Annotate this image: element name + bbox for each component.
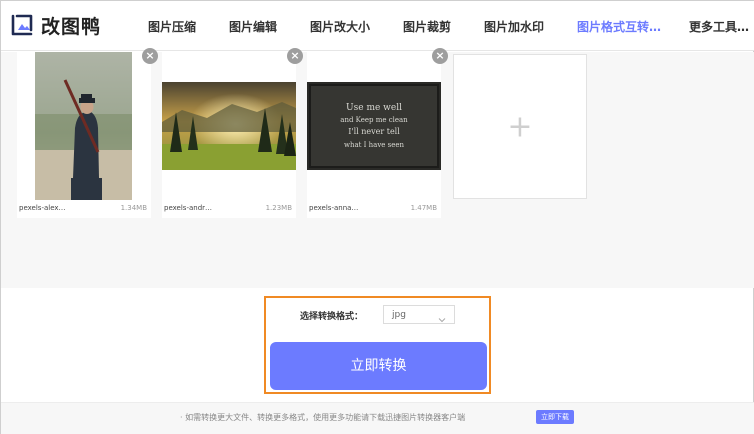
convert-panel: 选择转换格式： jpg 立即转换	[264, 296, 491, 394]
format-select-value: jpg	[392, 310, 406, 320]
file-size: 1.34MB	[120, 204, 147, 212]
remove-file-3-close-icon[interactable]: ×	[432, 48, 448, 64]
file-card: pexels-alex… 1.34MB	[17, 52, 151, 218]
file-thumbnail[interactable]	[162, 52, 296, 200]
file-thumbnail[interactable]	[17, 52, 151, 200]
download-now-button[interactable]: 立即下载	[536, 410, 574, 424]
nav-item-edit[interactable]: 图片编辑	[229, 18, 277, 35]
nav-item-compress[interactable]: 图片压缩	[148, 18, 196, 35]
file-card: pexels-andr… 1.23MB	[162, 52, 296, 218]
footer-bar: · 如需转换更大文件、转换更多格式，使用更多功能请下载迅捷图片转换器客户端 立即…	[1, 402, 754, 434]
app-window: 改图鸭 图片压缩 图片编辑 图片改大小 图片裁剪 图片加水印 图片格式互转… 更…	[0, 0, 754, 434]
format-select[interactable]: jpg	[383, 305, 455, 324]
add-image-button[interactable]: +	[453, 54, 587, 199]
file-size: 1.23MB	[265, 204, 292, 212]
file-name: pexels-alex…	[19, 204, 66, 212]
file-name: pexels-anna…	[309, 204, 359, 212]
chalk-line-4: what I have seen	[344, 141, 405, 149]
nav-item-more-tools[interactable]: 更多工具…	[689, 18, 749, 35]
remove-file-2-close-icon[interactable]: ×	[287, 48, 303, 64]
upload-area: pexels-alex… 1.34MB × pexels-andr… 1.23M…	[1, 48, 754, 288]
nav-item-format-convert[interactable]: 图片格式互转…	[577, 18, 661, 35]
top-header: 改图鸭 图片压缩 图片编辑 图片改大小 图片裁剪 图片加水印 图片格式互转… 更…	[1, 1, 754, 51]
remove-file-1-close-icon[interactable]: ×	[142, 48, 158, 64]
file-card: Use me well and Keep me clean I'll never…	[307, 52, 441, 218]
chalk-line-2: and Keep me clean	[340, 116, 408, 124]
chalk-line-1: Use me well	[346, 103, 402, 113]
convert-now-button[interactable]: 立即转换	[270, 342, 487, 390]
file-name: pexels-andr…	[164, 204, 213, 212]
main-nav: 图片压缩 图片编辑 图片改大小 图片裁剪 图片加水印 图片格式互转… 更多工具…	[1, 18, 754, 36]
nav-item-resize[interactable]: 图片改大小	[310, 18, 370, 35]
plus-icon: +	[507, 109, 533, 144]
footer-note: · 如需转换更大文件、转换更多格式，使用更多功能请下载迅捷图片转换器客户端	[180, 413, 466, 422]
chevron-down-icon	[438, 309, 446, 323]
nav-item-crop[interactable]: 图片裁剪	[403, 18, 451, 35]
nav-item-watermark[interactable]: 图片加水印	[484, 18, 544, 35]
format-label: 选择转换格式：	[300, 312, 364, 322]
chalk-line-3: I'll never tell	[348, 127, 400, 136]
file-size: 1.47MB	[410, 204, 437, 212]
file-thumbnail[interactable]: Use me well and Keep me clean I'll never…	[307, 52, 441, 200]
